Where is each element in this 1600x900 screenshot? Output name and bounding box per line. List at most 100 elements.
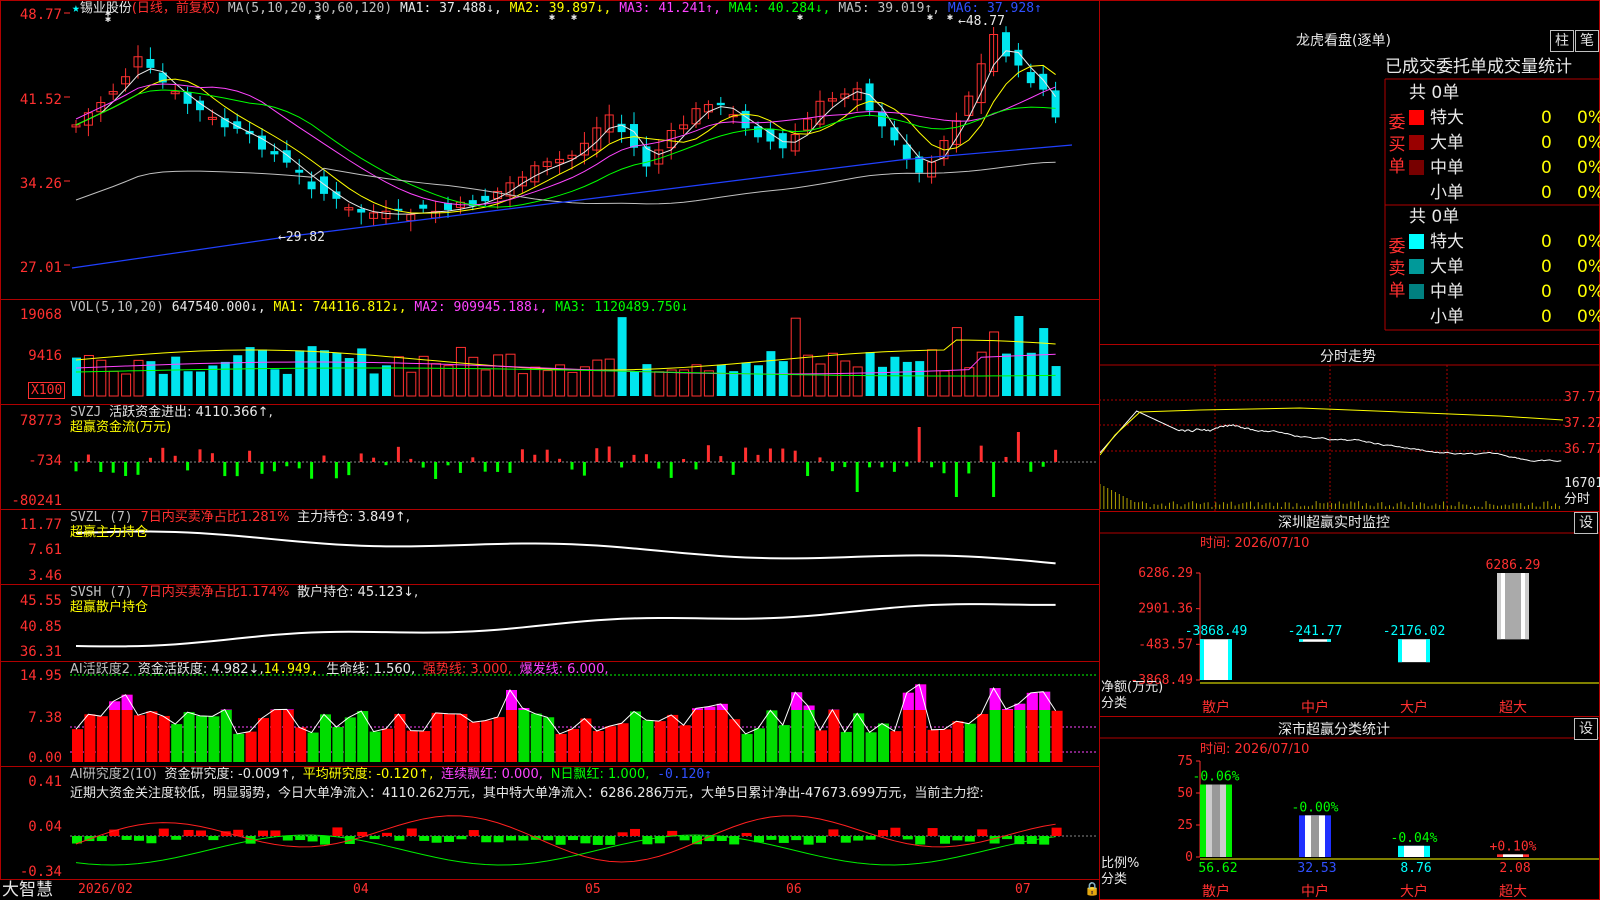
intraday-axis-3: 36.77	[1564, 442, 1600, 457]
svsh-axis-2: 40.85	[19, 619, 62, 635]
lhb-sell-swatch	[1409, 234, 1424, 249]
realtime-monitor-panel	[1099, 511, 1600, 717]
svzl-ratio: 7日内买卖净占比1.281%	[140, 510, 290, 525]
svsh-holding: 散户持仓: 45.123↓,	[297, 585, 419, 600]
lhb-buy-swatch	[1409, 135, 1424, 150]
ai-research-axis-3: -0.34	[19, 864, 62, 880]
class-stats-xlabel: 分类	[1101, 872, 1128, 887]
price-panel[interactable]	[0, 0, 1100, 300]
ai-strong-line: 强势线: 3.000,	[422, 662, 512, 677]
date-label-1: 2026/02	[78, 882, 133, 897]
date-label-2: 04	[353, 882, 369, 897]
svzl-holding: 主力持仓: 3.849↑,	[297, 510, 410, 525]
ai-research-header: AI研究度2(10) 资金研究度: -0.009↑, 平均研究度: -0.120…	[70, 767, 712, 783]
ai-research-axis-1: 0.41	[28, 774, 62, 790]
realtime-settings-button[interactable]: 设	[1574, 512, 1598, 534]
lhb-sell-row: 大单 0 0%	[1409, 256, 1600, 278]
intraday-fs-label: 分时	[1564, 492, 1591, 507]
price-axis-2: 41.52	[19, 92, 62, 108]
svzl-axis-2: 7.61	[28, 542, 62, 558]
ai-research-panel[interactable]	[0, 766, 1100, 880]
intraday-vol-label: 16701	[1564, 476, 1600, 491]
lhb-bi-button[interactable]: 笔	[1575, 30, 1599, 52]
lhb-buy-qty: 0	[1541, 133, 1552, 153]
svzj-header: SVZJ 活跃资金进出: 4110.366↑,	[70, 405, 273, 421]
ai-burst-line: 爆发线: 6.000,	[519, 662, 609, 677]
lhb-zhu-button[interactable]: 柱	[1550, 30, 1574, 52]
lhb-sell-name: 特大	[1430, 232, 1464, 252]
svzl-subtitle: 超赢主力持仓	[70, 525, 149, 540]
lhb-sell-qty: 0	[1541, 282, 1552, 302]
ai-active-v2: 14.949,	[263, 662, 319, 677]
lhb-buy-swatch	[1409, 160, 1424, 175]
lhb-buy-name: 中单	[1430, 158, 1464, 178]
lhb-sell-row: 中单 0 0%	[1409, 281, 1600, 303]
lhb-title: 龙虎看盘(逐单)	[1296, 33, 1391, 49]
ma1-value: MA1: 37.488↓,	[400, 1, 502, 16]
price-axis-3: 34.26	[19, 176, 62, 192]
intraday-axis-1: 37.77	[1564, 390, 1600, 405]
ai-life-line: 生命线: 1.560,	[326, 662, 416, 677]
vol-axis-2: 9416	[28, 348, 62, 364]
intraday-panel[interactable]	[1099, 344, 1600, 512]
lhb-header: 已成交委托单成交量统计	[1385, 57, 1572, 77]
svzl-axis-3: 3.46	[28, 568, 62, 584]
ai-active-axis-2: 7.38	[28, 710, 62, 726]
period-label[interactable]: (日线，前复权)	[132, 1, 220, 16]
vol-ma3: MA3: 1120489.750↓	[555, 300, 689, 315]
intraday-axis-2: 37.27	[1564, 416, 1600, 431]
lhb-buy-row: 大单 0 0%	[1409, 132, 1600, 154]
vol-value: 647540.000↓,	[171, 300, 266, 315]
vol-ma2: MA2: 909945.188↓,	[414, 300, 548, 315]
lhb-buy-qty: 0	[1541, 158, 1552, 178]
ma3-value: MA3: 41.241↑,	[619, 1, 721, 16]
lhb-buy-swatch	[1409, 185, 1424, 200]
ai-research-axis-2: 0.04	[28, 819, 62, 835]
lhb-sell-label: 委卖单	[1388, 237, 1406, 301]
ai-research-value: 资金研究度: -0.009↑,	[164, 767, 295, 782]
lhb-sell-swatch	[1409, 309, 1424, 324]
svsh-subtitle: 超赢散户持仓	[70, 600, 149, 615]
ai-research-red: 连续飘红: 0.000,	[441, 767, 543, 782]
lhb-buy-row: 小单 0 0%	[1409, 182, 1600, 204]
lhb-sell-qty: 0	[1541, 257, 1552, 277]
vol-unit-button[interactable]: X100	[28, 382, 66, 399]
ai-active-value: 资金活跃度: 4.982↓,	[137, 662, 264, 677]
svsh-header: SVSH (7) 7日内买卖净占比1.174% 散户持仓: 45.123↓,	[70, 585, 418, 601]
vol-header: VOL(5,10,20) 647540.000↓, MA1: 744116.81…	[70, 300, 688, 316]
lhb-buy-pct: 0%	[1577, 108, 1600, 128]
ma2-value: MA2: 39.897↓,	[509, 1, 612, 16]
date-label-4: 06	[786, 882, 802, 897]
lhb-buy-swatch	[1409, 110, 1424, 125]
price-header: ★锡业股份(日线，前复权) MA(5,10,20,30,60,120) MA1:…	[72, 1, 1042, 17]
svzj-axis-1: 78773	[19, 413, 62, 429]
ma4-value: MA4: 40.284↓,	[728, 1, 831, 16]
ma-label: MA(5,10,20,30,60,120)	[227, 1, 393, 16]
lhb-sell-row: 小单 0 0%	[1409, 306, 1600, 328]
lhb-sell-pct: 0%	[1577, 307, 1600, 327]
class-stats-panel	[1099, 716, 1600, 900]
lhb-buy-name: 小单	[1430, 183, 1464, 203]
realtime-ylabel: 净额(万元)	[1101, 680, 1164, 695]
lhb-sell-name: 小单	[1430, 307, 1464, 327]
ai-active-label: AI活跃度2	[70, 662, 130, 677]
lhb-buy-qty: 0	[1541, 108, 1552, 128]
lhb-sell-pct: 0%	[1577, 232, 1600, 252]
svsh-label: SVSH (7)	[70, 585, 133, 600]
svsh-axis-3: 36.31	[19, 644, 62, 660]
favorite-star-icon[interactable]: ★	[72, 1, 80, 16]
realtime-time: 时间: 2026/07/10	[1200, 536, 1310, 551]
lhb-sell-qty: 0	[1541, 307, 1552, 327]
lhb-buy-row: 中单 0 0%	[1409, 157, 1600, 179]
class-stats-time: 时间: 2026/07/10	[1200, 742, 1310, 757]
high-price-annotation: ←48.77	[958, 14, 1005, 29]
svzj-axis-3: -80241	[11, 493, 62, 509]
svsh-ratio: 7日内买卖净占比1.174%	[140, 585, 290, 600]
lock-icon[interactable]: 🔒	[1084, 882, 1100, 898]
realtime-title: 深圳超赢实时监控	[1278, 515, 1390, 531]
class-stats-settings-button[interactable]: 设	[1574, 718, 1598, 740]
lhb-buy-row: 特大 0 0%	[1409, 107, 1600, 129]
lhb-sell-row: 特大 0 0%	[1409, 231, 1600, 253]
lhb-sell-name: 中单	[1430, 282, 1464, 302]
realtime-xlabel: 分类	[1101, 696, 1128, 711]
